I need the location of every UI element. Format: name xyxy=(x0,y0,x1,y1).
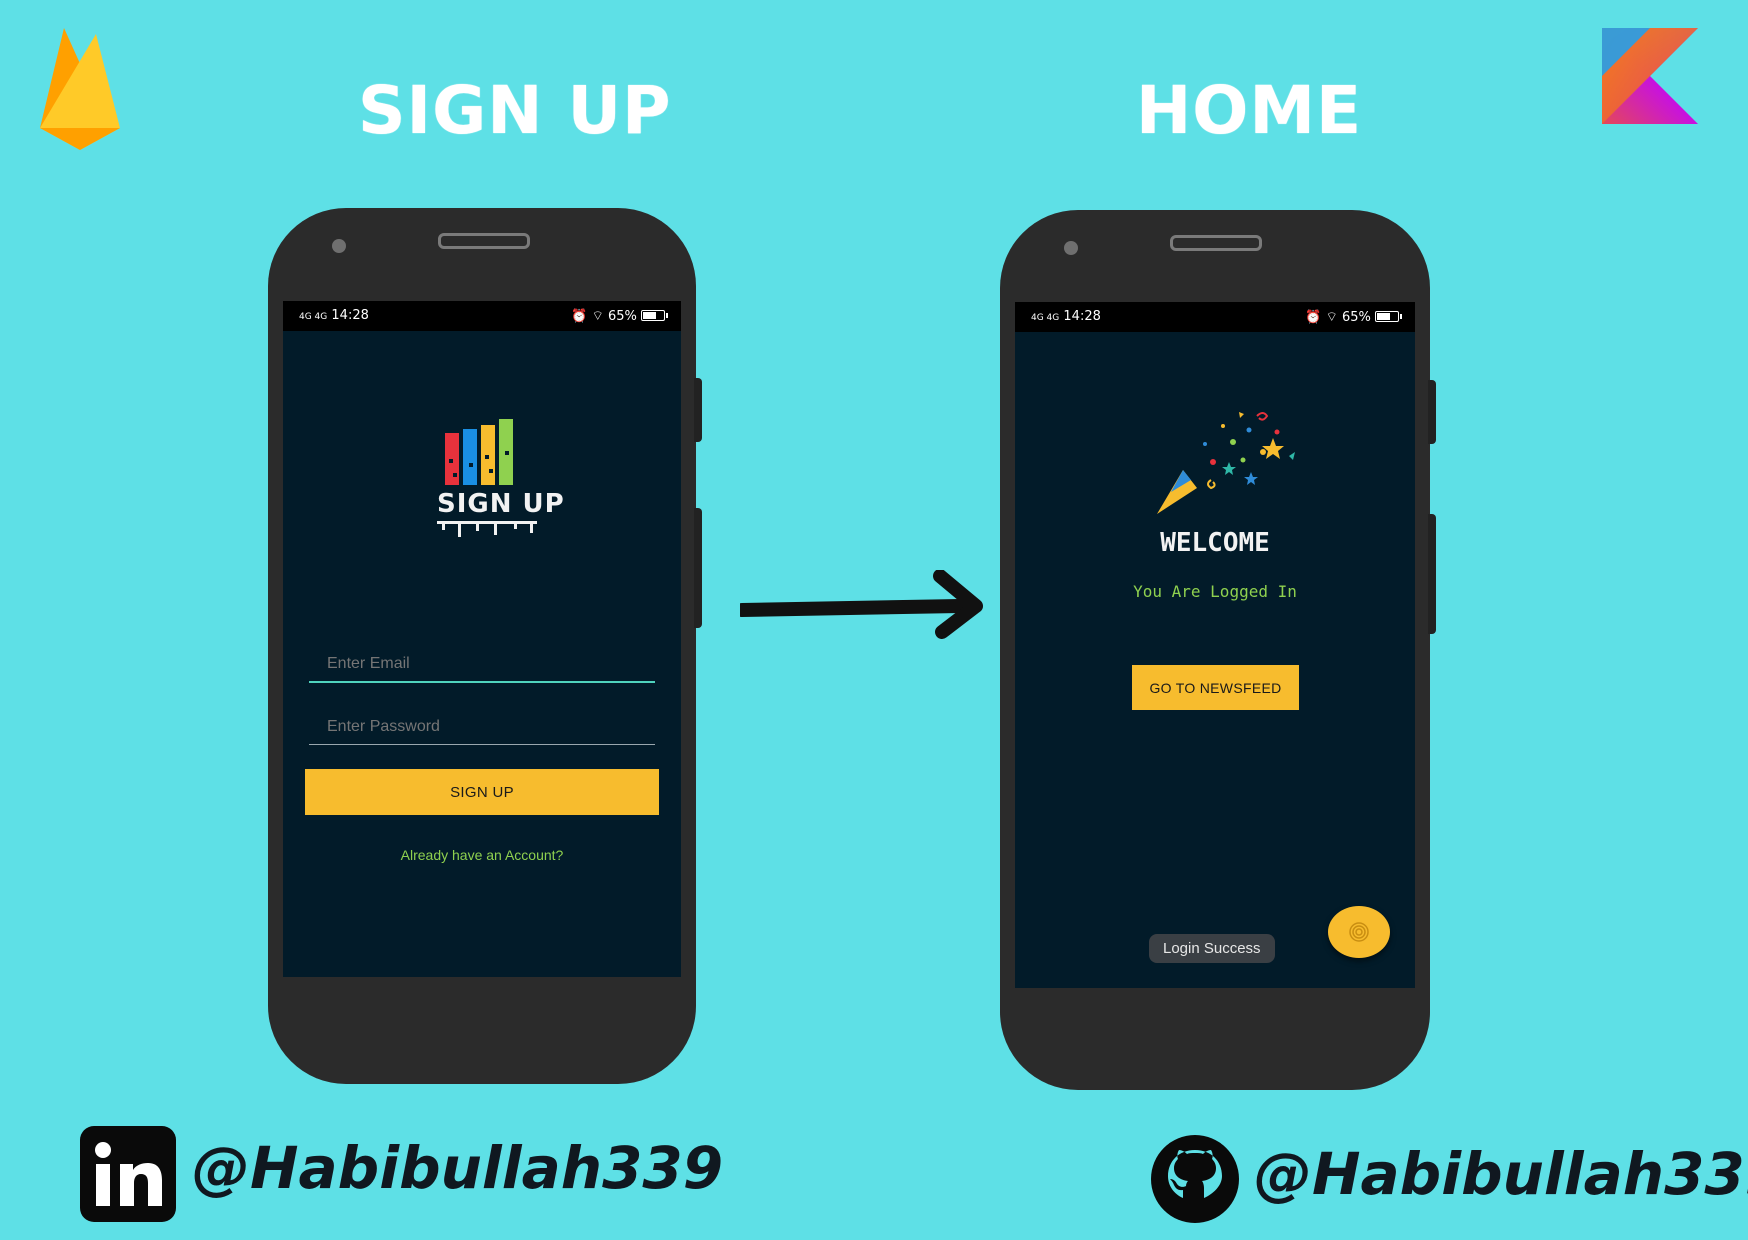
home-heading: HOME xyxy=(1136,72,1363,149)
signup-phone: 4G 4G 14:28 ⏰ ⌔ 65% SIGN UP SIGN UP Alre… xyxy=(268,208,702,1084)
fingerprint-fab[interactable] xyxy=(1328,906,1390,958)
login-link[interactable]: Already have an Account? xyxy=(283,847,681,863)
fingerprint-icon xyxy=(1349,922,1369,942)
status-bar: 4G 4G 14:28 ⏰ ⌔ 65% xyxy=(283,301,681,331)
linkedin-handle[interactable]: @Habibullah339 xyxy=(192,1134,723,1202)
speaker xyxy=(1170,235,1262,251)
welcome-title: WELCOME xyxy=(1160,528,1270,558)
wifi-icon: ⌔ xyxy=(591,309,604,324)
front-camera xyxy=(332,239,346,253)
signup-button[interactable]: SIGN UP xyxy=(305,769,659,815)
github-handle[interactable]: @Habibullah339 xyxy=(1254,1140,1748,1208)
go-to-newsfeed-button[interactable]: GO TO NEWSFEED xyxy=(1132,665,1299,710)
wifi-icon: ⌔ xyxy=(1325,310,1338,325)
party-popper-icon xyxy=(1157,412,1295,514)
status-bar: 4G 4G 14:28 ⏰ ⌔ 65% xyxy=(1015,302,1415,332)
alarm-icon: ⏰ xyxy=(1305,310,1322,325)
signup-logo-text: SIGN UP xyxy=(437,489,565,519)
network-indicator: 4G 4G xyxy=(299,312,328,322)
clock: 14:28 xyxy=(331,308,369,323)
network-indicator: 4G 4G xyxy=(1031,313,1060,323)
front-camera xyxy=(1064,241,1078,255)
battery-icon xyxy=(641,310,668,321)
signup-heading: SIGN UP xyxy=(358,72,672,149)
signup-logo-icon xyxy=(445,419,513,485)
battery-percent: 65% xyxy=(607,309,637,324)
logged-in-subtitle: You Are Logged In xyxy=(1133,582,1297,601)
password-input[interactable] xyxy=(309,709,655,745)
firebase-logo-icon xyxy=(40,28,120,150)
drip-decoration xyxy=(437,521,537,537)
clock: 14:28 xyxy=(1063,309,1101,324)
alarm-icon: ⏰ xyxy=(571,309,588,324)
speaker xyxy=(438,233,530,249)
email-input[interactable] xyxy=(309,647,655,683)
arrow-right-icon xyxy=(740,570,983,639)
github-icon[interactable] xyxy=(1150,1134,1240,1224)
battery-percent: 65% xyxy=(1341,310,1371,325)
toast-message: Login Success xyxy=(1149,934,1275,963)
battery-icon xyxy=(1375,311,1402,322)
home-phone: 4G 4G 14:28 ⏰ ⌔ 65% WELCOME You Are Logg… xyxy=(1000,210,1436,1090)
kotlin-logo-icon xyxy=(1602,28,1698,124)
signup-screen: 4G 4G 14:28 ⏰ ⌔ 65% SIGN UP SIGN UP Alre… xyxy=(283,301,681,977)
home-screen: 4G 4G 14:28 ⏰ ⌔ 65% WELCOME You Are Logg… xyxy=(1015,302,1415,988)
linkedin-icon[interactable] xyxy=(80,1126,176,1222)
